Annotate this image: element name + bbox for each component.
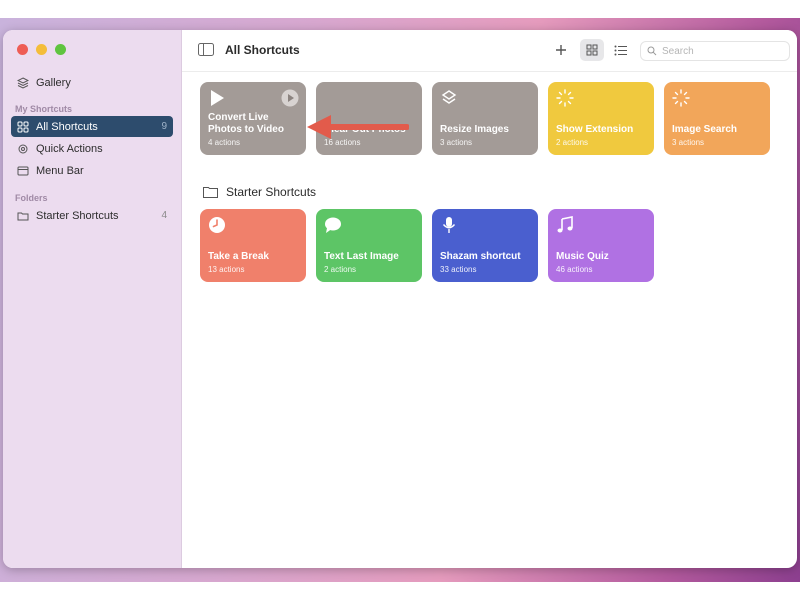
play-icon xyxy=(211,90,224,106)
sparkle-icon xyxy=(672,89,690,107)
shortcut-action-count: 3 actions xyxy=(672,138,705,147)
list-view-icon xyxy=(614,45,627,55)
sidebar-item-label: Starter Shortcuts xyxy=(36,209,119,222)
microphone-icon xyxy=(442,217,456,233)
search-icon xyxy=(647,46,657,56)
annotation-arrow xyxy=(307,115,409,139)
add-shortcut-button[interactable] xyxy=(549,39,573,61)
sidebar-item-quick-actions[interactable]: Quick Actions xyxy=(11,138,173,159)
page-title: All Shortcuts xyxy=(225,43,300,57)
window-controls xyxy=(17,44,66,55)
folder-heading-label: Starter Shortcuts xyxy=(226,185,317,199)
shortcut-name: Text Last Image xyxy=(324,251,399,262)
search-field[interactable] xyxy=(640,41,790,61)
shortcut-card-text-last-image[interactable]: Text Last Image 2 actions xyxy=(316,209,422,282)
shortcut-card-take-a-break[interactable]: Take a Break 13 actions xyxy=(200,209,306,282)
close-window-button[interactable] xyxy=(17,44,28,55)
folder-icon xyxy=(17,210,29,222)
sidebar-item-gallery[interactable]: Gallery xyxy=(11,72,173,93)
sidebar-item-menu-bar[interactable]: Menu Bar xyxy=(11,160,173,181)
message-icon xyxy=(325,217,341,233)
shortcut-card-convert-live-photos[interactable]: Convert Live Photos to Video 4 actions xyxy=(200,82,306,155)
shortcut-name: Image Search xyxy=(672,124,738,135)
shortcut-card-shazam-shortcut[interactable]: Shazam shortcut 33 actions xyxy=(432,209,538,282)
gallery-icon xyxy=(17,76,29,89)
sidebar-item-label: Menu Bar xyxy=(36,164,84,177)
shortcut-card-show-extension[interactable]: Show Extension 2 actions xyxy=(548,82,654,155)
shortcut-name: Music Quiz xyxy=(556,251,609,262)
clock-icon xyxy=(209,217,225,233)
shortcut-action-count: 33 actions xyxy=(440,265,477,274)
sidebar: Gallery My Shortcuts All Shortcuts 9 Qui… xyxy=(3,30,182,568)
sparkle-icon xyxy=(556,89,574,107)
music-note-icon xyxy=(557,216,573,233)
layers-icon xyxy=(441,90,457,104)
shortcut-action-count: 4 actions xyxy=(208,138,241,147)
shortcuts-window: Gallery My Shortcuts All Shortcuts 9 Qui… xyxy=(3,30,797,568)
grid-view-button[interactable] xyxy=(580,39,604,61)
shortcut-name: Show Extension xyxy=(556,124,634,135)
sidebar-item-label: Gallery xyxy=(36,76,71,89)
sidebar-item-count: 9 xyxy=(161,121,167,132)
shortcut-name: Take a Break xyxy=(208,251,269,262)
search-input[interactable] xyxy=(662,45,772,57)
grid-icon xyxy=(17,121,29,133)
sidebar-toggle-icon[interactable] xyxy=(198,43,214,61)
shortcut-action-count: 13 actions xyxy=(208,265,245,274)
folder-icon xyxy=(203,187,218,198)
my-shortcuts-section-label: My Shortcuts xyxy=(15,104,73,114)
shortcut-action-count: 2 actions xyxy=(556,138,589,147)
menu-bar-icon xyxy=(17,165,29,177)
zoom-window-button[interactable] xyxy=(55,44,66,55)
gear-icon xyxy=(17,143,29,155)
shortcut-name: Shazam shortcut xyxy=(440,251,521,262)
sidebar-item-all-shortcuts[interactable]: All Shortcuts 9 xyxy=(11,116,173,137)
folders-section-label: Folders xyxy=(15,193,48,203)
shortcut-card-resize-images[interactable]: Resize Images 3 actions xyxy=(432,82,538,155)
minimize-window-button[interactable] xyxy=(36,44,47,55)
shortcut-action-count: 46 actions xyxy=(556,265,593,274)
plus-icon xyxy=(556,45,566,55)
sidebar-item-count: 4 xyxy=(161,210,167,221)
shortcut-card-music-quiz[interactable]: Music Quiz 46 actions xyxy=(548,209,654,282)
sidebar-item-label: All Shortcuts xyxy=(36,120,98,133)
shortcut-card-image-search[interactable]: Image Search 3 actions xyxy=(664,82,770,155)
list-view-button[interactable] xyxy=(608,39,632,61)
sidebar-item-starter-shortcuts[interactable]: Starter Shortcuts 4 xyxy=(11,205,173,226)
shortcut-name: Convert Live Photos to Video xyxy=(208,112,284,135)
shortcut-action-count: 2 actions xyxy=(324,265,357,274)
toolbar: All Shortcuts xyxy=(182,30,797,72)
shortcut-action-count: 3 actions xyxy=(440,138,473,147)
shortcut-name: Resize Images xyxy=(440,124,509,135)
sidebar-item-label: Quick Actions xyxy=(36,142,103,155)
run-shortcut-icon[interactable] xyxy=(281,89,299,107)
folder-heading-starter-shortcuts[interactable]: Starter Shortcuts xyxy=(203,185,316,199)
grid-view-icon xyxy=(586,44,598,56)
